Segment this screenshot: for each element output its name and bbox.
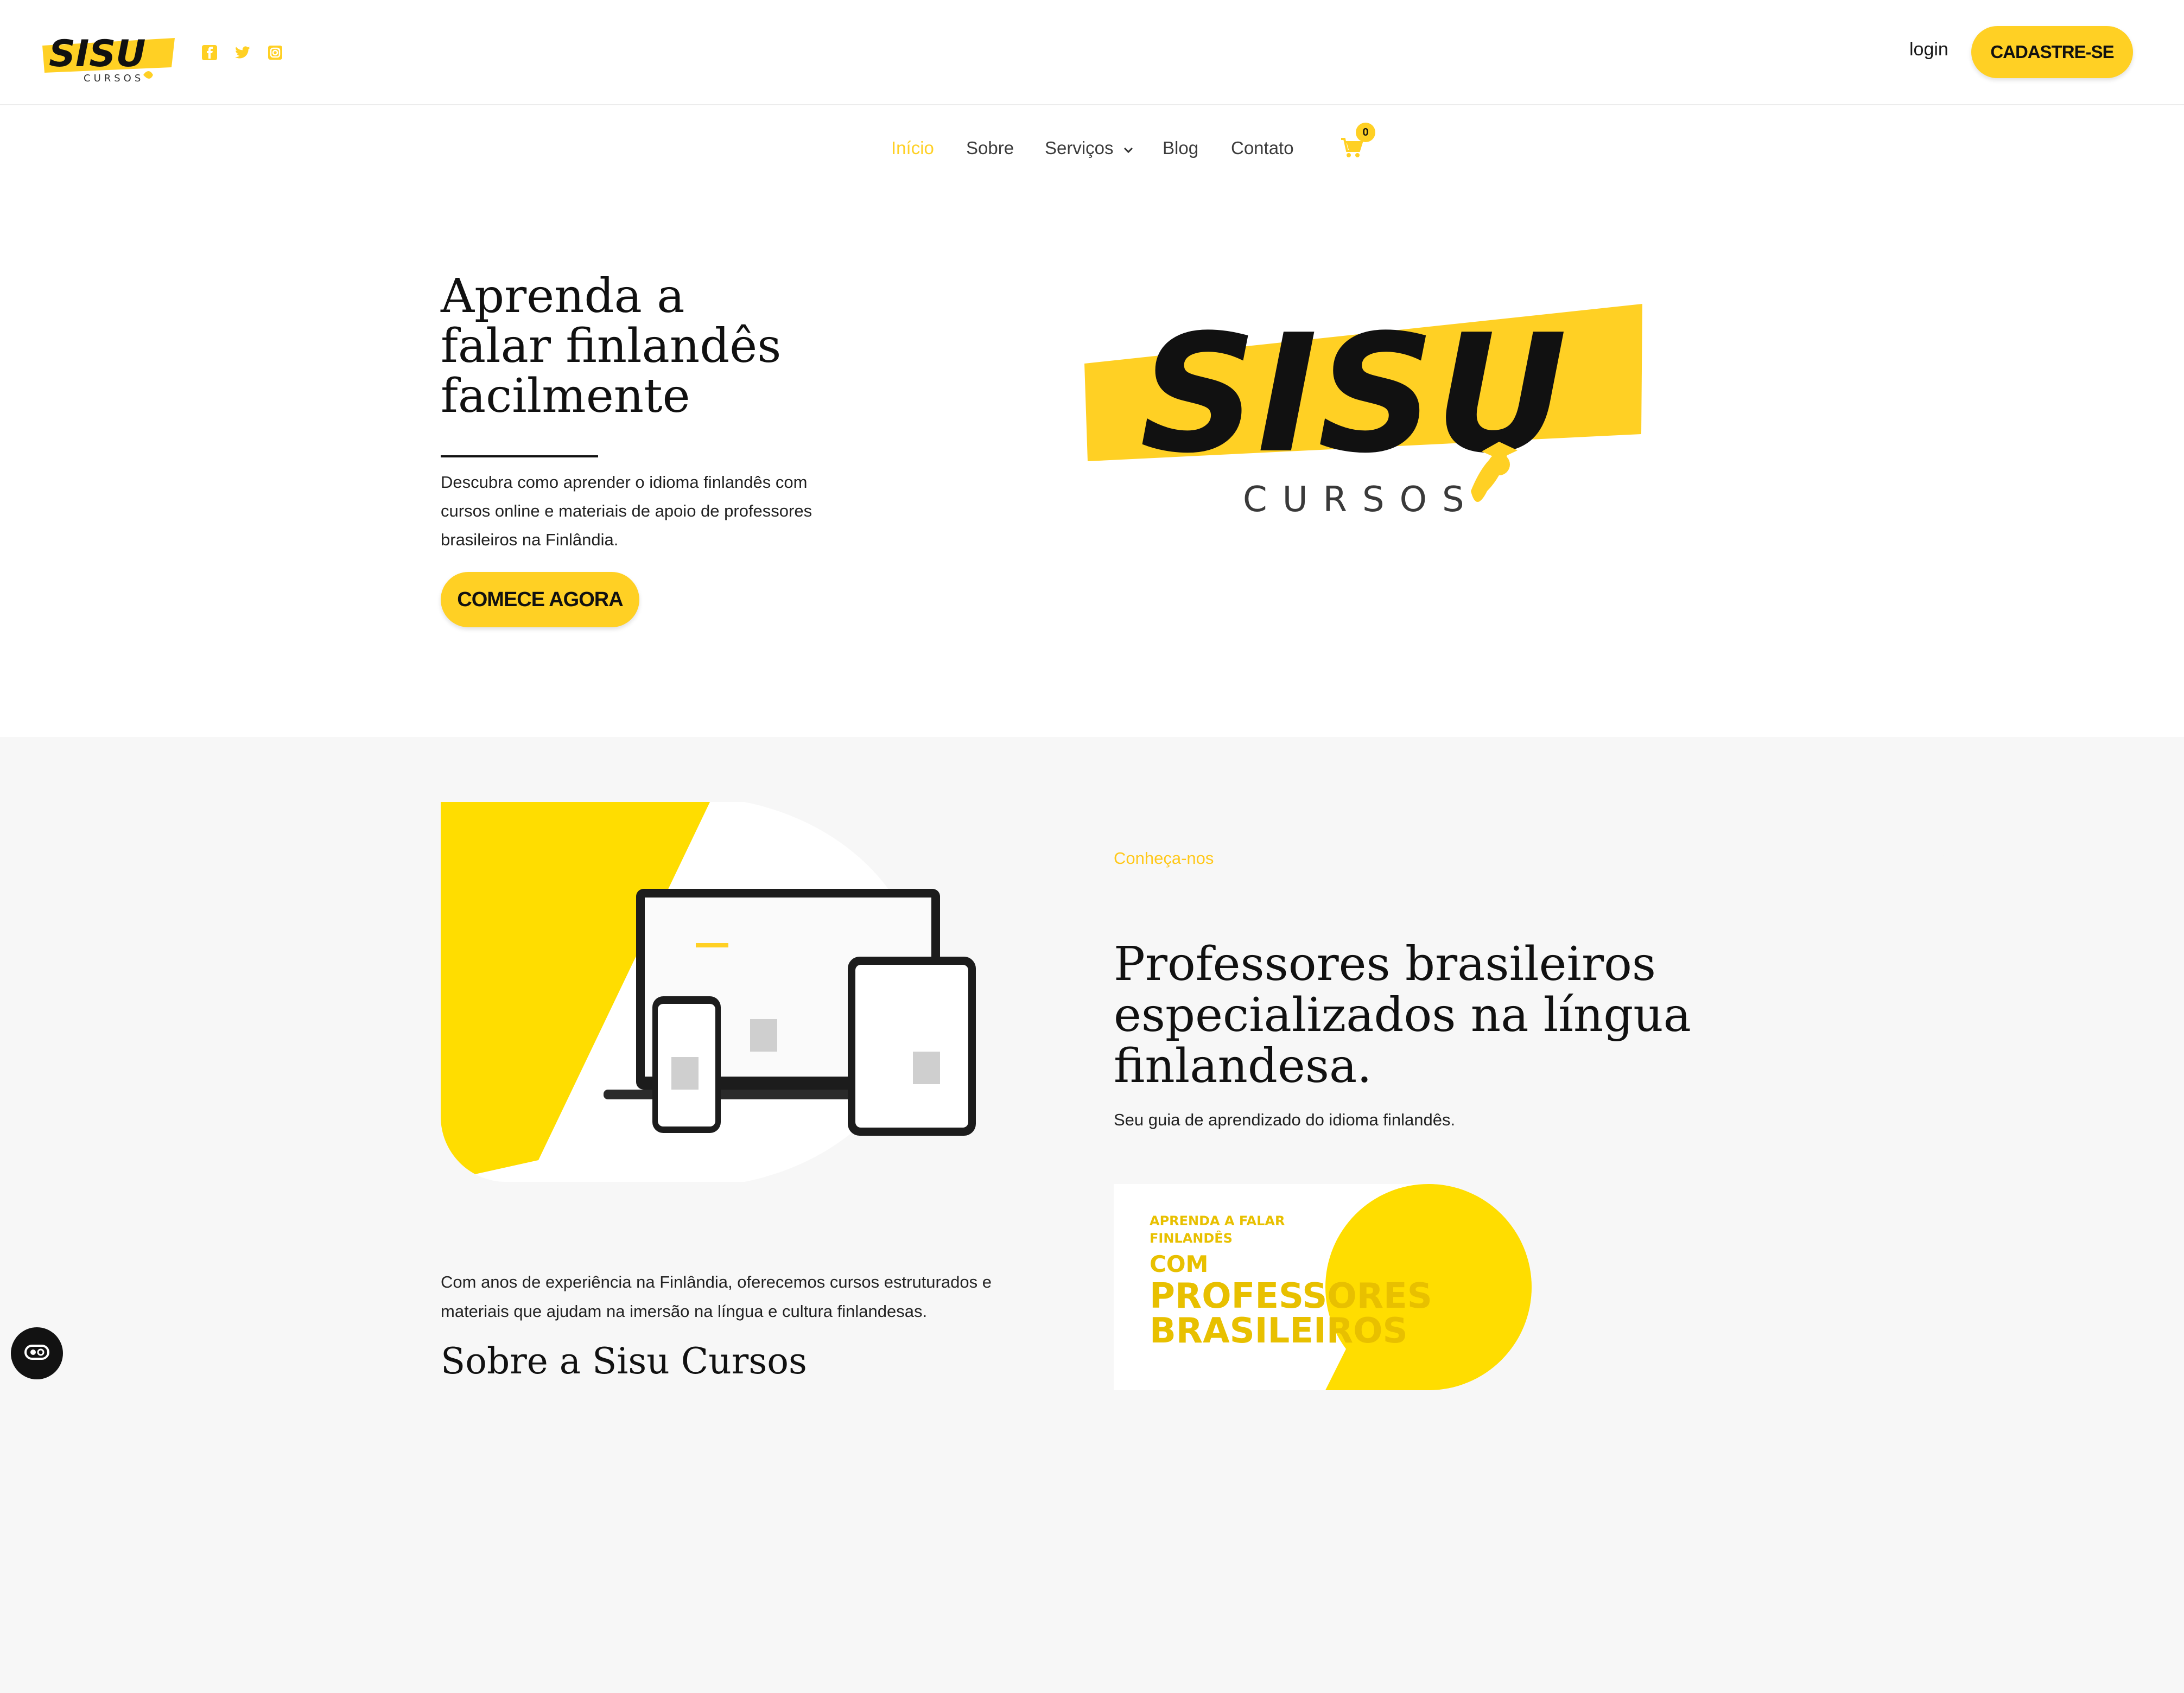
- about-section-curve: [0, 771, 2184, 1693]
- twitter-icon[interactable]: [234, 44, 250, 61]
- about-body-text: Com anos de experiência na Finlândia, of…: [441, 1272, 992, 1321]
- hero-logo: SISU CURSOS: [1080, 277, 1650, 553]
- signup-button[interactable]: CADASTRE-SE: [1971, 26, 2133, 78]
- accessibility-button[interactable]: [11, 1327, 63, 1379]
- hero-title-line: Aprenda a: [441, 269, 685, 323]
- instagram-icon[interactable]: [267, 44, 283, 61]
- promo-line-4: PROFESSORES: [1150, 1276, 1432, 1316]
- svg-text:SISU: SISU: [49, 33, 145, 75]
- chevron-down-icon: [1123, 138, 1134, 158]
- section-eyebrow: Conheça-nos: [1114, 849, 1214, 868]
- hero-title-line: falar finlandês: [441, 319, 782, 373]
- facebook-icon[interactable]: [201, 44, 218, 61]
- nav-item-servicos-label: Serviços: [1045, 138, 1114, 158]
- login-link[interactable]: login: [1909, 39, 1948, 60]
- hero-title-line: facilmente: [441, 369, 690, 423]
- promo-image: APRENDA A FALAR FINLANDÊS COM PROFESSORE…: [1114, 1184, 1532, 1390]
- hero-logo-subword: CURSOS: [1243, 480, 1480, 520]
- site-logo[interactable]: SISU CURSOS: [39, 20, 180, 87]
- start-now-button[interactable]: COMECE AGORA: [441, 572, 639, 627]
- cart-count-badge: 0: [1356, 123, 1375, 142]
- nav-item-inicio[interactable]: Início: [891, 138, 934, 158]
- main-nav: Início Sobre Serviços Blog Contato 0: [0, 123, 2184, 168]
- promo-line-2: FINLANDÊS: [1150, 1230, 1233, 1246]
- nav-item-sobre[interactable]: Sobre: [966, 138, 1014, 158]
- promo-line-1: APRENDA A FALAR: [1150, 1213, 1285, 1229]
- top-header: [0, 0, 2184, 105]
- promo-line-5: BRASILEIROS: [1150, 1311, 1408, 1351]
- hero-description: Descubra como aprender o idioma finlandê…: [441, 473, 812, 549]
- promo-line-3: COM: [1150, 1251, 1208, 1277]
- nav-item-contato[interactable]: Contato: [1231, 138, 1294, 158]
- nav-item-blog[interactable]: Blog: [1163, 138, 1198, 158]
- hero-title: Aprenda a falar finlandês facilmente: [441, 271, 929, 421]
- svg-text:CURSOS: CURSOS: [84, 73, 144, 84]
- devices-mockup-image: [441, 802, 978, 1182]
- accessibility-icon: [24, 1344, 50, 1363]
- section-subtitle: Seu guia de aprendizado do idioma finlan…: [1114, 1110, 1456, 1129]
- nav-item-servicos[interactable]: Serviços: [1045, 138, 1134, 158]
- about-heading: Sobre a Sisu Cursos: [441, 1340, 807, 1382]
- hero-divider: [441, 455, 598, 457]
- section-title: Professores brasileiros especializados n…: [1114, 937, 1691, 1093]
